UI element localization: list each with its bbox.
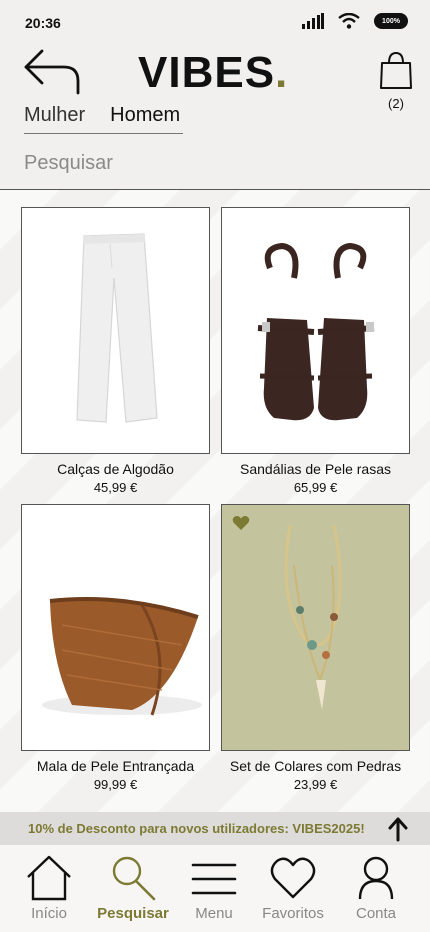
nav-account[interactable]: Conta [336, 845, 416, 922]
status-time: 20:36 [25, 15, 61, 31]
search-icon [112, 856, 156, 901]
status-icons: 100% [302, 13, 408, 29]
home-icon [27, 855, 71, 901]
nav-search-label: Pesquisar [97, 905, 169, 922]
status-bar: 20:36 100% [0, 0, 430, 44]
header: VIBES. (2) [0, 44, 430, 111]
search-input[interactable] [24, 152, 404, 175]
product-name: Calças de Algodão [57, 461, 174, 477]
logo-text: VIBES [138, 48, 276, 97]
bottom-nav: Início Pesquisar Menu Favoritos Conta [0, 845, 430, 932]
heart-icon [270, 857, 316, 899]
arrow-up-icon [388, 817, 408, 842]
promo-text: 10% de Desconto para novos utilizadores:… [28, 821, 365, 836]
shopping-bag-icon [380, 51, 412, 89]
back-button[interactable] [22, 46, 82, 96]
scroll-top-button[interactable] [386, 816, 410, 842]
product-grid: Calças de Algodão 45,99 € Sandálias de P… [0, 190, 430, 812]
product-card[interactable]: Set de Colares com Pedras 23,99 € [221, 504, 410, 792]
tab-mulher[interactable]: Mulher [24, 104, 85, 127]
back-arrow-icon [24, 49, 80, 95]
user-icon [358, 856, 394, 900]
nav-menu-label: Menu [195, 905, 233, 922]
nav-search[interactable]: Pesquisar [93, 845, 173, 922]
product-card[interactable]: Sandálias de Pele rasas 65,99 € [221, 207, 410, 495]
nav-favorites-label: Favoritos [262, 905, 324, 922]
nav-menu[interactable]: Menu [174, 845, 254, 922]
product-price: 65,99 € [293, 480, 338, 495]
tabs-divider [24, 133, 183, 134]
product-image-necklace [221, 504, 410, 751]
nav-home-label: Início [31, 905, 67, 922]
product-price: 45,99 € [93, 480, 138, 495]
promo-banner: 10% de Desconto para novos utilizadores:… [0, 812, 430, 845]
menu-icon [191, 863, 237, 895]
gender-tabs: Mulher Homem [24, 104, 180, 127]
product-card[interactable]: Mala de Pele Entrançada 99,99 € [21, 504, 210, 792]
brand-logo: VIBES. [138, 48, 288, 98]
signal-icon [302, 13, 324, 29]
product-image-sandals [221, 207, 410, 454]
favorite-heart-icon[interactable] [232, 515, 250, 531]
product-name: Mala de Pele Entrançada [36, 758, 195, 774]
nav-home[interactable]: Início [9, 845, 89, 922]
wifi-icon [338, 13, 360, 29]
nav-account-label: Conta [355, 905, 397, 922]
product-name: Sandálias de Pele rasas [240, 461, 391, 477]
product-image-pants [21, 207, 210, 454]
battery-icon: 100% [374, 13, 408, 29]
tab-homem[interactable]: Homem [110, 104, 180, 127]
product-price: 23,99 € [293, 777, 338, 792]
battery-level: 100% [382, 17, 400, 25]
product-image-bag [21, 504, 210, 751]
nav-favorites[interactable]: Favoritos [253, 845, 333, 922]
product-price: 99,99 € [93, 777, 138, 792]
logo-dot: . [275, 48, 289, 97]
product-name: Set de Colares com Pedras [229, 758, 402, 774]
cart-button[interactable]: (2) [376, 50, 416, 111]
cart-count: (2) [388, 96, 404, 111]
product-card[interactable]: Calças de Algodão 45,99 € [21, 207, 210, 495]
